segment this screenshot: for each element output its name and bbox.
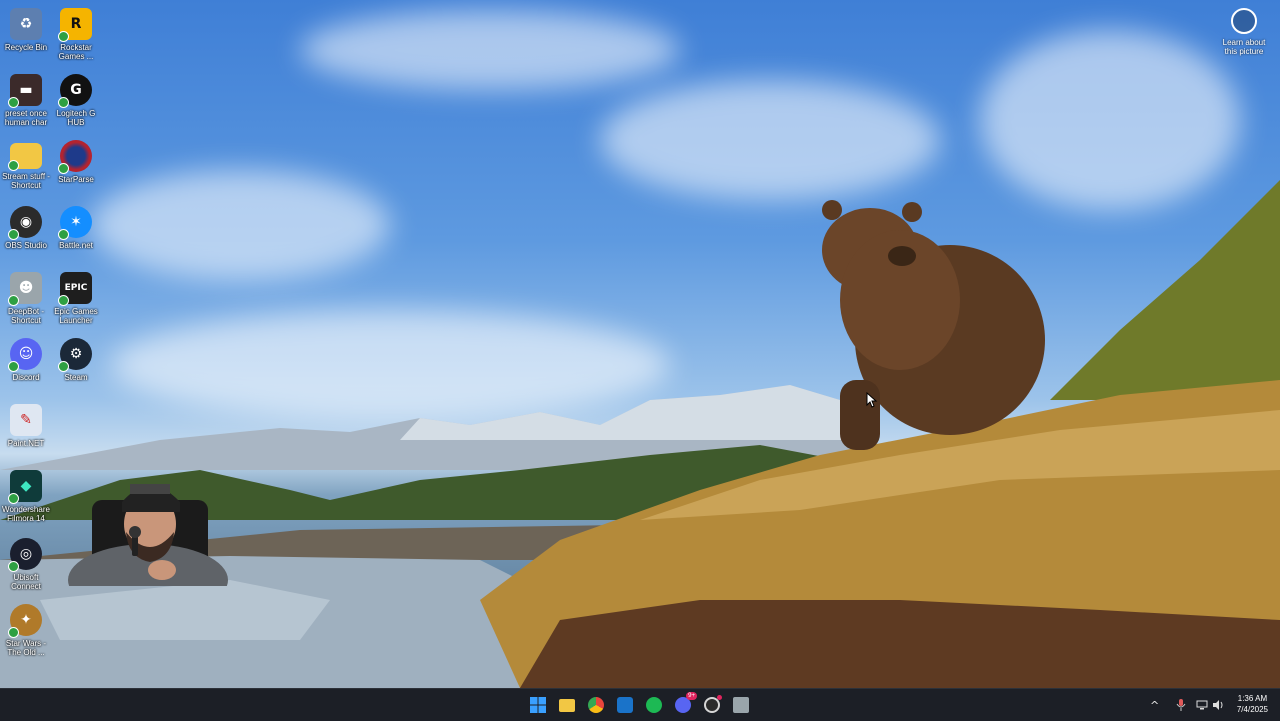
obs-studio-icon: ◉ xyxy=(8,206,42,240)
learn-about-picture[interactable]: Learn about this picture xyxy=(1216,8,1272,56)
battlenet-icon: ✶ xyxy=(58,206,92,240)
desktop-icon-logitech[interactable]: G Logitech G HUB xyxy=(50,74,102,127)
folder-icon xyxy=(8,143,42,171)
filmora-icon: ◆ xyxy=(8,470,42,504)
recording-dot-icon xyxy=(717,695,722,700)
discord-icon: ☺ xyxy=(8,338,42,372)
desktop-icon-epic[interactable]: EPIC Epic Games Launcher xyxy=(50,272,102,325)
chevron-up-icon: ^ xyxy=(1150,698,1160,712)
steam-icon: ⚙ xyxy=(58,338,92,372)
taskbar-obs[interactable] xyxy=(700,693,724,717)
desktop-icon-starparse[interactable]: StarParse xyxy=(50,140,102,184)
sync-check-icon xyxy=(58,97,69,108)
sync-check-icon xyxy=(58,163,69,174)
sync-check-icon xyxy=(8,97,19,108)
taskbar-file-explorer[interactable] xyxy=(555,693,579,717)
volume-icon xyxy=(1213,700,1223,710)
tray-network[interactable] xyxy=(1196,689,1208,721)
epic-games-icon: EPIC xyxy=(58,272,92,306)
swtor-icon: ✦ xyxy=(8,604,42,638)
sync-check-icon xyxy=(58,229,69,240)
sync-check-icon xyxy=(58,295,69,306)
desktop-icon-rockstar[interactable]: R Rockstar Games ... xyxy=(50,8,102,61)
spotify-icon xyxy=(646,697,662,713)
deepbot-icon: ☻ xyxy=(8,272,42,306)
outlook-icon xyxy=(617,697,633,713)
preset-icon: ▬ xyxy=(8,74,42,108)
starparse-icon xyxy=(58,140,92,174)
desktop-icon-deepbot[interactable]: ☻ DeepBot - Shortcut xyxy=(0,272,52,325)
desktop-icon-stream-stuff[interactable]: Stream stuff - Shortcut xyxy=(0,140,52,190)
desktop-icon-discord[interactable]: ☺ Discord xyxy=(0,338,52,382)
paintnet-icon: ✎ xyxy=(10,404,42,436)
sync-check-icon xyxy=(8,561,19,572)
ubisoft-connect-icon: ◎ xyxy=(8,538,42,572)
mouse-cursor-icon xyxy=(866,392,878,408)
sync-check-icon xyxy=(58,361,69,372)
sync-check-icon xyxy=(8,361,19,372)
folder-icon xyxy=(559,698,575,712)
sync-check-icon xyxy=(8,160,19,171)
taskbar: 9+ ^ 1:36 AM 7/4/2025 xyxy=(0,688,1280,721)
desktop-wallpaper: ♻ Recycle Bin R Rockstar Games ... ▬ pre… xyxy=(0,0,1280,688)
webcam-overlay xyxy=(68,484,228,586)
sync-check-icon xyxy=(8,493,19,504)
logitech-g-hub-icon: G xyxy=(58,74,92,108)
sync-check-icon xyxy=(58,31,69,42)
notification-badge: 9+ xyxy=(686,692,697,700)
recycle-bin-icon: ♻ xyxy=(10,8,42,40)
rockstar-games-icon: R xyxy=(58,8,92,42)
start-button[interactable] xyxy=(526,693,550,717)
desktop-icon-battlenet[interactable]: ✶ Battle.net xyxy=(50,206,102,250)
desktop-icon-paintnet[interactable]: ✎ Paint.NET xyxy=(0,404,52,448)
desktop-icon-swtor[interactable]: ✦ Star Wars - The Old ... xyxy=(0,604,52,657)
taskbar-outlook[interactable] xyxy=(613,693,637,717)
desktop-icon-preset[interactable]: ▬ preset once human char xyxy=(0,74,52,127)
clock-date: 7/4/2025 xyxy=(1236,705,1268,714)
desktop-icon-ubisoft[interactable]: ◎ Ubisoft Connect xyxy=(0,538,52,591)
network-icon xyxy=(1196,700,1208,710)
clock-time: 1:36 AM xyxy=(1237,694,1268,703)
taskbar-game[interactable] xyxy=(729,693,753,717)
taskbar-spotify[interactable] xyxy=(642,693,666,717)
tray-microphone[interactable] xyxy=(1176,689,1186,721)
tray-overflow-button[interactable]: ^ xyxy=(1150,689,1159,721)
taskbar-chrome[interactable] xyxy=(584,693,608,717)
microphone-icon xyxy=(1176,699,1186,711)
sync-check-icon xyxy=(8,627,19,638)
bear-silhouette xyxy=(822,200,1045,450)
desktop-icon-obs[interactable]: ◉ OBS Studio xyxy=(0,206,52,250)
tray-volume[interactable] xyxy=(1212,689,1224,721)
sync-check-icon xyxy=(8,229,19,240)
chrome-icon xyxy=(588,697,604,713)
system-clock[interactable]: 1:36 AM 7/4/2025 xyxy=(1237,693,1268,715)
desktop-icon-filmora[interactable]: ◆ Wondershare Filmora 14 xyxy=(0,470,52,523)
windows-logo-icon xyxy=(530,697,546,713)
desktop-icon-recycle-bin[interactable]: ♻ Recycle Bin xyxy=(0,8,52,52)
spotlight-icon xyxy=(1231,8,1257,34)
desktop-icon-steam[interactable]: ⚙ Steam xyxy=(50,338,102,382)
sync-check-icon xyxy=(8,295,19,306)
taskbar-discord[interactable]: 9+ xyxy=(671,692,697,717)
game-app-icon xyxy=(733,697,749,713)
